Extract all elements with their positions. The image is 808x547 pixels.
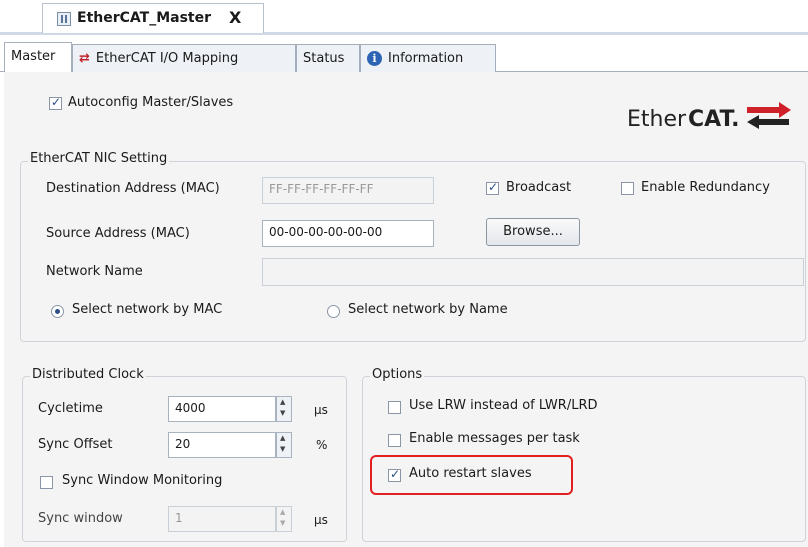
enable-messages-checkbox[interactable] bbox=[388, 434, 401, 447]
select-by-name-label: Select network by Name bbox=[348, 302, 508, 317]
sync-offset-unit: % bbox=[316, 438, 328, 452]
close-tab-icon[interactable]: X bbox=[229, 8, 241, 27]
distributed-clock-title: Distributed Clock bbox=[30, 367, 146, 382]
select-by-name-radio[interactable] bbox=[327, 305, 340, 318]
select-by-mac-label: Select network by MAC bbox=[72, 302, 223, 317]
tab-master[interactable]: Master bbox=[4, 42, 72, 72]
sync-window-field[interactable]: 1 bbox=[168, 506, 276, 532]
sync-window-unit: µs bbox=[314, 513, 328, 527]
use-lrw-checkbox[interactable] bbox=[388, 401, 401, 414]
io-mapping-icon: ⇄ bbox=[79, 51, 90, 66]
use-lrw-label: Use LRW instead of LWR/LRD bbox=[409, 398, 598, 413]
info-icon: i bbox=[367, 51, 382, 66]
tab-status[interactable]: Status bbox=[296, 44, 360, 72]
nic-setting-title: EtherCAT NIC Setting bbox=[28, 151, 170, 166]
options-title: Options bbox=[370, 367, 425, 382]
document-tab[interactable]: EtherCAT_Master X bbox=[42, 3, 264, 33]
sync-window-spinner[interactable] bbox=[276, 506, 292, 532]
destination-address-label: Destination Address (MAC) bbox=[46, 181, 220, 196]
tab-label: EtherCAT I/O Mapping bbox=[95, 51, 239, 66]
logo-text-regular: Ether bbox=[627, 107, 687, 132]
sync-window-label: Sync window bbox=[38, 511, 123, 526]
sync-window-monitoring-checkbox[interactable] bbox=[40, 476, 53, 489]
enable-messages-label: Enable messages per task bbox=[409, 431, 580, 446]
sync-offset-spinner[interactable] bbox=[276, 432, 292, 458]
broadcast-label: Broadcast bbox=[506, 180, 572, 195]
tab-label: Status bbox=[303, 51, 345, 66]
network-name-label: Network Name bbox=[46, 264, 143, 279]
browse-button[interactable]: Browse... bbox=[486, 218, 580, 246]
tab-io-mapping[interactable]: ⇄ EtherCAT I/O Mapping bbox=[72, 44, 296, 72]
cycletime-label: Cycletime bbox=[38, 401, 103, 416]
destination-address-field[interactable]: FF-FF-FF-FF-FF-FF bbox=[262, 177, 434, 204]
ethercat-logo: Ether CAT. bbox=[625, 99, 795, 137]
enable-redundancy-checkbox[interactable] bbox=[621, 182, 634, 195]
device-icon bbox=[57, 12, 71, 26]
select-by-mac-radio[interactable] bbox=[51, 305, 64, 318]
tab-information[interactable]: i Information bbox=[360, 44, 496, 72]
document-tab-title: EtherCAT_Master bbox=[77, 10, 211, 26]
broadcast-checkbox[interactable] bbox=[486, 180, 499, 195]
auto-restart-slaves-label: Auto restart slaves bbox=[409, 466, 532, 481]
sync-offset-field[interactable]: 20 bbox=[168, 432, 276, 458]
sync-offset-label: Sync Offset bbox=[38, 437, 113, 452]
logo-text-bold: CAT. bbox=[688, 107, 740, 132]
auto-restart-slaves-checkbox[interactable] bbox=[388, 467, 401, 482]
autoconfig-label: Autoconfig Master/Slaves bbox=[68, 95, 234, 110]
source-address-label: Source Address (MAC) bbox=[46, 226, 190, 241]
tab-label: Master bbox=[11, 49, 56, 64]
cycletime-spinner[interactable] bbox=[276, 396, 292, 422]
source-address-field[interactable]: 00-00-00-00-00-00 bbox=[262, 220, 434, 247]
network-name-field[interactable] bbox=[262, 258, 804, 286]
cycletime-unit: µs bbox=[314, 403, 328, 417]
tab-label: Information bbox=[388, 51, 464, 66]
cycletime-field[interactable]: 4000 bbox=[168, 396, 276, 422]
sync-window-monitoring-label: Sync Window Monitoring bbox=[62, 473, 223, 488]
autoconfig-checkbox[interactable] bbox=[49, 95, 62, 110]
logo-arrows-icon bbox=[747, 102, 791, 129]
enable-redundancy-label: Enable Redundancy bbox=[641, 180, 770, 195]
